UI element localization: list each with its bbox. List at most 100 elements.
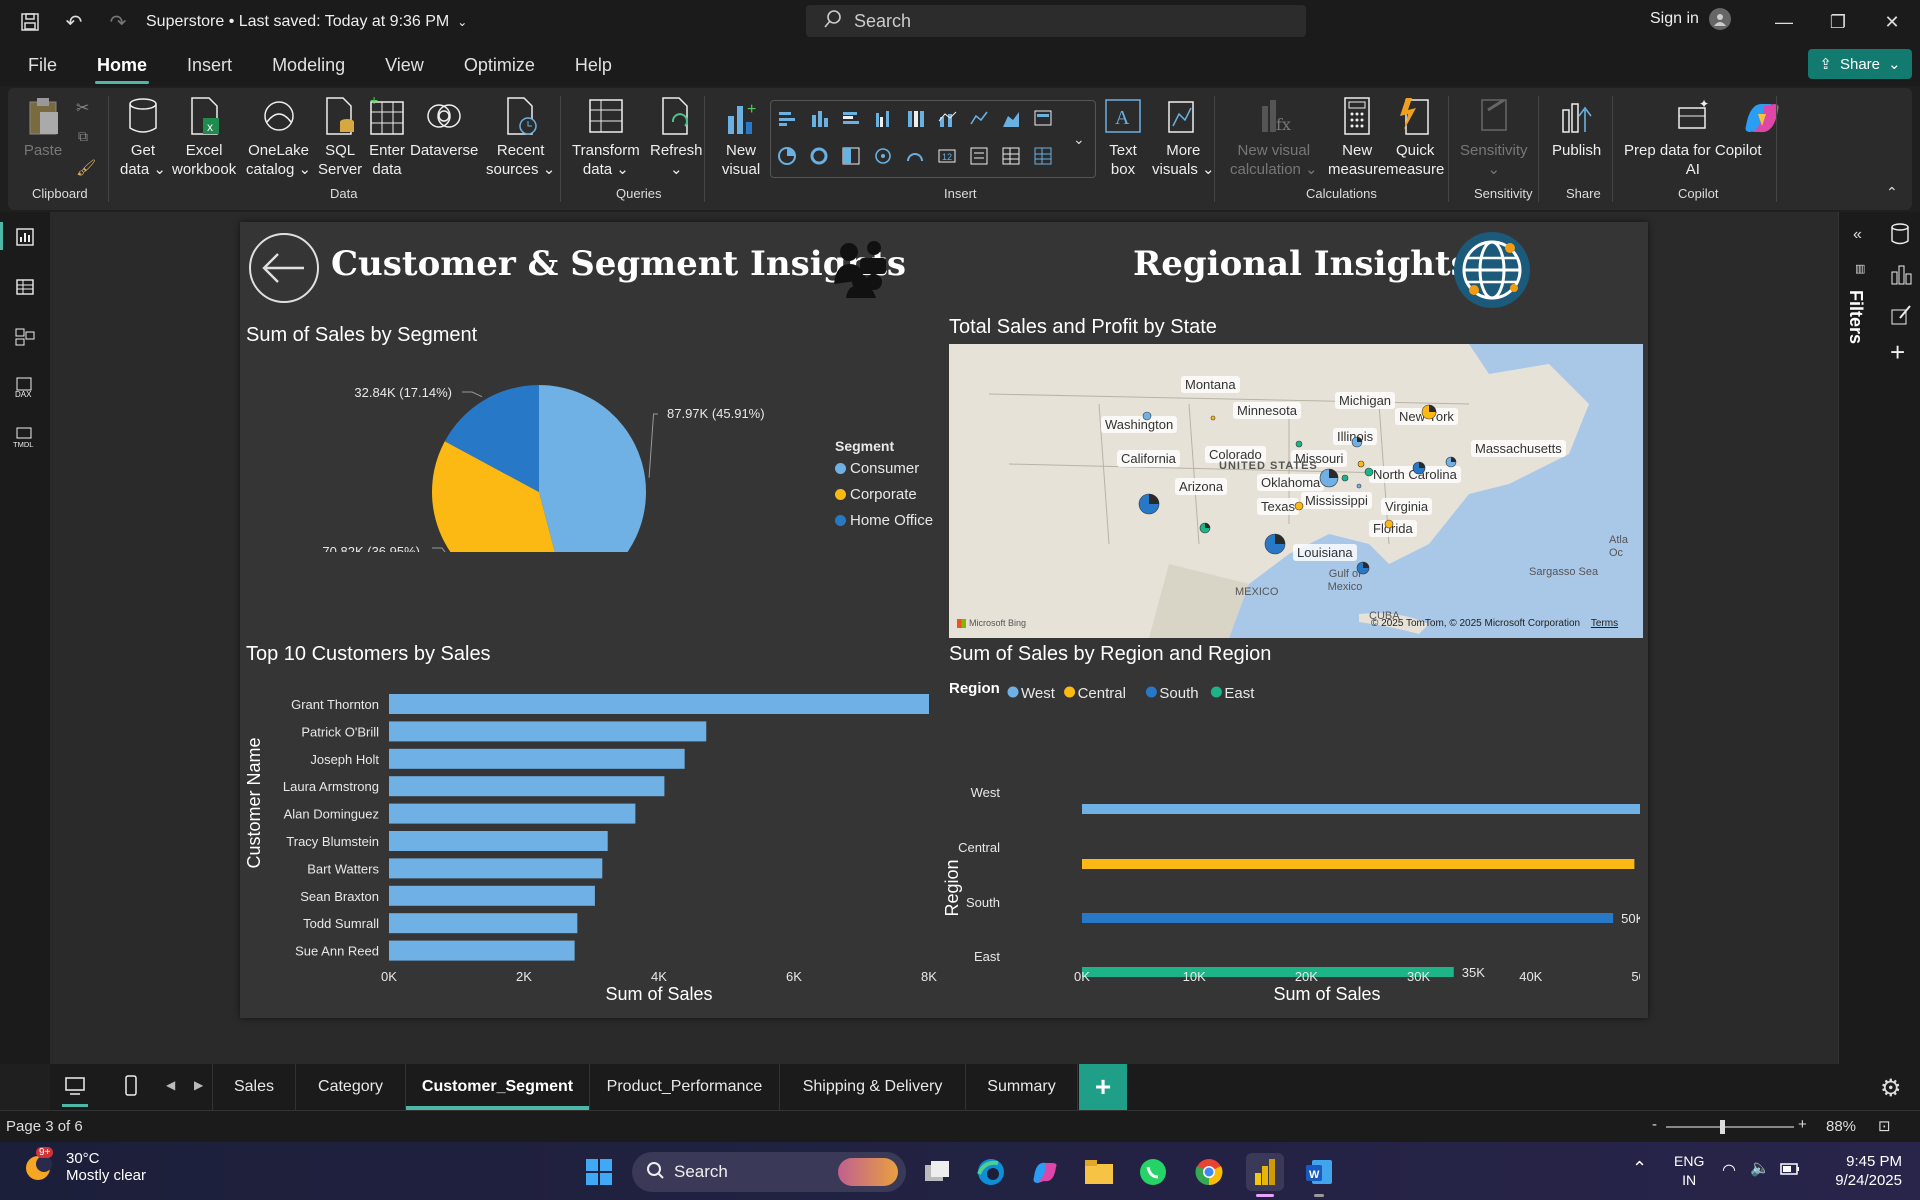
table-view-icon[interactable] — [12, 274, 38, 300]
menu-optimize[interactable]: Optimize — [444, 44, 555, 86]
bar-sue-ann-reed[interactable] — [389, 940, 575, 961]
copilot-icon[interactable] — [1740, 96, 1784, 145]
map-bubble[interactable] — [1142, 411, 1152, 421]
undo-icon[interactable]: ↶ — [52, 0, 96, 44]
onelake-catalog-button[interactable]: OneLake catalog ⌄ — [246, 94, 311, 179]
close-icon[interactable]: ✕ — [1864, 0, 1920, 44]
dax-query-view-icon[interactable]: DAX — [12, 374, 38, 400]
search-input[interactable]: Search — [806, 5, 1306, 37]
visual-gallery[interactable]: 12 ⌄ — [770, 100, 1096, 178]
matrix-icon[interactable] — [1031, 145, 1055, 167]
filters-pane[interactable]: « ▥ Filters — [1838, 212, 1880, 1064]
task-view-icon[interactable] — [918, 1153, 956, 1191]
collapse-ribbon-icon[interactable]: ⌃ — [1886, 184, 1898, 201]
legend-item-consumer[interactable]: Consumer — [835, 460, 933, 477]
dataverse-button[interactable]: Dataverse — [410, 94, 478, 160]
map-bubble[interactable] — [1412, 461, 1426, 475]
menu-insert[interactable]: Insert — [167, 44, 252, 86]
tab-shipping-delivery[interactable]: Shipping & Delivery — [780, 1064, 966, 1110]
mobile-layout-icon[interactable] — [124, 1075, 138, 1102]
windows-start-icon[interactable] — [580, 1153, 618, 1191]
back-arrow-icon[interactable] — [248, 232, 320, 309]
tab-scroll-right-icon[interactable]: ▶ — [194, 1078, 203, 1092]
line-chart-icon[interactable] — [967, 107, 991, 129]
map-bubble[interactable] — [1295, 440, 1303, 448]
taskbar-search[interactable]: Search — [632, 1152, 906, 1192]
power-bi-icon[interactable] — [1246, 1153, 1284, 1191]
tmdl-view-icon[interactable]: TMDL — [12, 424, 38, 450]
copy-icon[interactable]: ⧉ — [78, 128, 88, 145]
new-measure-button[interactable]: New measure — [1328, 94, 1386, 179]
table-visual-icon[interactable] — [999, 145, 1023, 167]
visualizations-pane-icon[interactable] — [1890, 262, 1912, 291]
publish-button[interactable]: Publish — [1552, 94, 1601, 160]
excel-workbook-button[interactable]: x Excel workbook — [172, 94, 236, 179]
bar-patrick-o-brill[interactable] — [389, 721, 707, 742]
menu-view[interactable]: View — [365, 44, 444, 86]
zoom-level[interactable]: 88% — [1826, 1118, 1856, 1135]
copilot-taskbar-icon[interactable] — [1026, 1153, 1064, 1191]
sign-in-button[interactable]: Sign in — [1650, 8, 1731, 30]
add-page-button[interactable]: + — [1079, 1064, 1127, 1110]
legend-item-home-office[interactable]: Home Office — [835, 512, 933, 529]
state-map[interactable]: Montana Minnesota Michigan New York Washingt… — [949, 344, 1643, 638]
line-column-icon[interactable] — [935, 107, 959, 129]
sensitivity-button[interactable]: Sensitivity ⌄ — [1460, 94, 1528, 179]
expand-filters-icon[interactable]: « — [1853, 226, 1862, 244]
wifi-icon[interactable]: ◠ — [1722, 1160, 1736, 1180]
quick-measure-button[interactable]: Quick measure — [1386, 94, 1444, 179]
minimize-icon[interactable]: — — [1756, 0, 1812, 44]
region-bar-central[interactable] — [1082, 859, 1635, 869]
tab-customer-segment[interactable]: Customer_Segment — [406, 1064, 590, 1110]
data-pane-icon[interactable] — [1890, 222, 1910, 251]
weather-widget[interactable]: 9+ 30°C Mostly clear — [22, 1147, 146, 1184]
clustered-bar-icon[interactable] — [839, 107, 863, 129]
slicer-icon[interactable] — [967, 145, 991, 167]
card-icon[interactable]: 12 — [935, 145, 959, 167]
recent-sources-button[interactable]: Recent sources ⌄ — [486, 94, 555, 179]
bar-grant-thornton[interactable] — [389, 694, 929, 714]
donut-chart-icon[interactable] — [807, 145, 831, 167]
pie-slice-consumer[interactable] — [539, 385, 646, 552]
map-bubble[interactable] — [1264, 533, 1286, 555]
sql-server-button[interactable]: SQL Server — [318, 94, 362, 179]
bar-sean-braxton[interactable] — [389, 885, 595, 906]
map-bubble[interactable] — [1356, 483, 1362, 489]
region-bar-west[interactable] — [1082, 804, 1640, 814]
enter-data-button[interactable]: + Enter data — [366, 94, 408, 179]
area-chart-icon[interactable] — [999, 107, 1023, 129]
map-bubble[interactable] — [1294, 501, 1304, 511]
share-button[interactable]: ⇪ Share ⌄ — [1808, 49, 1912, 79]
redo-icon[interactable]: ↷ — [96, 0, 140, 44]
map-bubble[interactable] — [1199, 522, 1211, 534]
tab-sales[interactable]: Sales — [212, 1064, 296, 1110]
clustered-column-icon[interactable] — [871, 107, 895, 129]
region-bar-chart[interactable]: RegionWestCentralSouthEastWest53KCentral… — [940, 670, 1640, 1018]
get-data-button[interactable]: Get data ⌄ — [120, 94, 166, 179]
bar-tracy-blumstein[interactable] — [389, 831, 608, 851]
new-visual-button[interactable]: + New visual — [720, 94, 762, 179]
menu-file[interactable]: File — [28, 44, 77, 86]
bar-bart-watters[interactable] — [389, 858, 603, 879]
zoom-slider-thumb[interactable] — [1720, 1120, 1725, 1134]
clock[interactable]: 9:45 PM 9/24/2025 — [1818, 1152, 1902, 1190]
map-bubble[interactable] — [1210, 415, 1216, 421]
map-bubble[interactable] — [1138, 493, 1160, 515]
more-visuals-button[interactable]: More visuals ⌄ — [1152, 94, 1215, 179]
map-bubble[interactable] — [1364, 467, 1374, 477]
bar-todd-sumrall[interactable] — [389, 913, 578, 934]
map-bubble[interactable] — [1319, 468, 1339, 488]
chrome-icon[interactable] — [1190, 1153, 1228, 1191]
map-bubble[interactable] — [1356, 561, 1370, 575]
map-bubble[interactable] — [1341, 474, 1349, 482]
region-bar-east[interactable] — [1082, 967, 1454, 977]
show-hidden-icons[interactable]: ⌃ — [1632, 1158, 1647, 1179]
gauge-icon[interactable] — [903, 145, 927, 167]
bar-joseph-holt[interactable] — [389, 748, 685, 769]
zoom-slider[interactable] — [1666, 1120, 1794, 1134]
edge-icon[interactable] — [972, 1153, 1010, 1191]
text-box-button[interactable]: A Text box — [1102, 94, 1144, 179]
fit-to-page-icon[interactable]: ⊡ — [1878, 1117, 1891, 1135]
model-view-icon[interactable] — [12, 324, 38, 350]
zoom-in-button[interactable]: + — [1798, 1116, 1807, 1133]
